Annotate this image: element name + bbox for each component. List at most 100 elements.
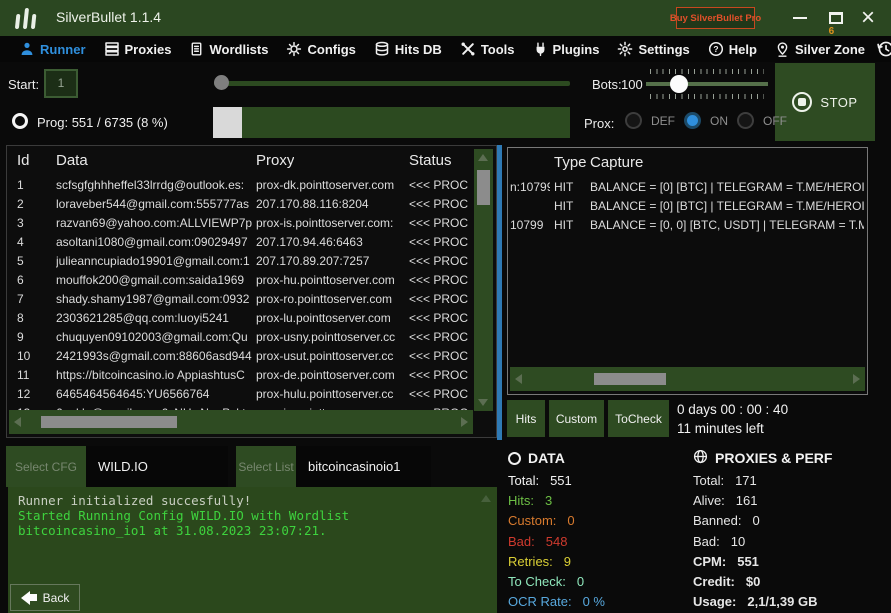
buy-pro-button[interactable]: Buy SilverBullet Pro — [670, 7, 761, 29]
prox-radio-def[interactable] — [625, 112, 642, 129]
stat-value: 548 — [545, 533, 568, 549]
table-row[interactable]: 10 2421993s@gmail.com:88606asd944 prox-usu… — [7, 347, 475, 366]
cell-status: <<< PROC — [409, 387, 469, 401]
minimize-button[interactable] — [786, 4, 814, 32]
menu-item-wordlists[interactable]: Wordlists — [180, 36, 277, 62]
menu-item-tools[interactable]: Tools — [451, 36, 524, 62]
stat-row: Alive: 161 — [693, 490, 889, 510]
results-horizontal-scrollbar[interactable] — [9, 410, 473, 434]
menu-item-runner[interactable]: Runner — [10, 36, 95, 62]
back-arrow-icon — [20, 590, 37, 605]
table-row[interactable]: 4 asoltani1080@gmail.com:09029497 207.170.… — [7, 233, 475, 252]
table-row[interactable]: 11 https://bitcoincasino.io AppiashtusC pr… — [7, 366, 475, 385]
back-label: Back — [42, 590, 70, 605]
scroll-right-icon[interactable] — [461, 417, 468, 427]
cell-proxy: prox-dk.pointtoserver.com — [256, 178, 395, 192]
cell-capture: BALANCE = [0] [BTC] | TELEGRAM = T.ME/HE… — [590, 199, 864, 213]
scroll-up-icon[interactable] — [478, 154, 488, 161]
menu-item-proxies[interactable]: Proxies — [95, 36, 181, 62]
stat-value: 9 — [563, 553, 572, 569]
table-row[interactable]: n:10799 HIT BALANCE = [0] [BTC] | TELEGRAM… — [508, 178, 866, 197]
bots-slider[interactable] — [646, 69, 768, 99]
cell-id: 3 — [17, 216, 24, 230]
cell-data: chuquyen09102003@gmail.com:Qu — [56, 330, 248, 344]
cell-data: 2303621285@qq.com:luoyi5241 — [56, 311, 229, 325]
list-value-input[interactable]: bitcoincasinoio1 — [296, 446, 431, 487]
start-slider[interactable] — [214, 75, 570, 91]
close-button[interactable]: × — [854, 4, 882, 32]
scroll-left-icon[interactable] — [515, 374, 522, 384]
menu-item-settings[interactable]: Settings — [608, 36, 698, 62]
table-row[interactable]: 12 6465464564645:YU6566764 prox-hulu.point… — [7, 385, 475, 404]
start-input[interactable]: 1 — [44, 69, 78, 98]
column-header-status[interactable]: Status — [409, 152, 452, 169]
menu-item-help[interactable]: ? Help — [699, 36, 766, 62]
progress-text: Prog: 551 / 6735 (8 %) — [37, 115, 168, 130]
start-slider-thumb[interactable] — [214, 75, 229, 90]
column-header-data[interactable]: Data — [56, 152, 88, 169]
scrollbar-thumb[interactable] — [41, 416, 177, 428]
menu-item-hits-db[interactable]: Hits DB — [365, 36, 451, 62]
column-header-proxy[interactable]: Proxy — [256, 152, 294, 169]
prox-radio-group: DEF ON OFF — [625, 112, 787, 129]
maximize-button[interactable] — [822, 4, 850, 32]
tab-tocheck[interactable]: ToCheck — [608, 400, 669, 437]
table-row[interactable]: 5 julieanncupiado19901@gmail.com:1 207.170… — [7, 252, 475, 271]
table-row[interactable]: HIT BALANCE = [0] [BTC] | TELEGRAM = T.ME… — [508, 197, 866, 216]
progress-status-icon — [12, 113, 28, 129]
scroll-left-icon[interactable] — [14, 417, 21, 427]
data-stats-header: DATA — [508, 446, 690, 470]
cell-status: <<< PROC — [409, 349, 469, 363]
back-button[interactable]: Back — [10, 584, 80, 611]
tab-custom[interactable]: Custom — [549, 400, 604, 437]
scrollbar-thumb[interactable] — [477, 170, 490, 205]
table-row[interactable]: 8 2303621285@qq.com:luoyi5241 prox-lu.poin… — [7, 309, 475, 328]
table-row[interactable]: 10799 HIT BALANCE = [0, 0] [BTC, USDT] | T… — [508, 216, 866, 235]
column-header-id[interactable]: Id — [17, 152, 30, 169]
prox-radio-on[interactable] — [684, 112, 701, 129]
tab-hits[interactable]: Hits — [507, 400, 545, 437]
app-title: SilverBullet 1.1.4 — [56, 9, 162, 25]
cell-status: <<< PROC — [409, 368, 469, 382]
table-row[interactable]: 1 scfsgfghhheffel33lrrdg@outlook.es: prox-… — [7, 176, 475, 195]
menu-item-plugins[interactable]: Plugins — [524, 36, 609, 62]
panel-splitter[interactable] — [497, 145, 502, 440]
column-header-type[interactable]: Type — [554, 154, 587, 171]
history-icon[interactable] — [874, 39, 891, 59]
cell-proxy: 207.170.94.46:6463 — [256, 235, 363, 249]
results-vertical-scrollbar[interactable] — [474, 149, 493, 411]
cell-status: <<< PROC — [409, 273, 469, 287]
scrollbar-thumb[interactable] — [594, 373, 666, 385]
scroll-right-icon[interactable] — [853, 374, 860, 384]
table-row[interactable]: 7 shady.shamy1987@gmail.com:0932 prox-ro.p… — [7, 290, 475, 309]
column-header-capture[interactable]: Capture — [590, 154, 643, 171]
data-icon — [508, 451, 521, 465]
menu-item-silver-zone[interactable]: Silver Zone 6 — [766, 26, 874, 62]
proxy-stats-panel: PROXIES & PERF Total: 171 Alive: 161 Banned:… — [693, 446, 889, 612]
table-row[interactable]: 9 chuquyen09102003@gmail.com:Qu prox-usny.… — [7, 328, 475, 347]
bots-slider-thumb[interactable] — [670, 75, 688, 93]
stat-row: Banned: 0 — [693, 511, 889, 531]
hits-horizontal-scrollbar[interactable] — [510, 367, 865, 391]
select-list-button[interactable]: Select List — [236, 446, 296, 487]
select-cfg-button[interactable]: Select CFG — [6, 446, 86, 487]
results-table: Id Data Proxy Status 1 scfsgfghhheffel33l… — [6, 145, 497, 438]
stop-record-icon — [792, 92, 813, 112]
cell-data: loraveber544@gmail.com:555777as — [56, 197, 249, 211]
table-row[interactable]: 6 mouffok200@gmail.com:saida1969 prox-hu.p… — [7, 271, 475, 290]
cfg-value-input[interactable]: WILD.IO — [86, 446, 228, 487]
progress-value: 551 / 6735 (8 %) — [71, 115, 168, 130]
runner-icon — [19, 41, 35, 57]
data-stats-title: DATA — [528, 450, 565, 466]
table-row[interactable]: 3 razvan69@yahoo.com:ALLVIEWP7p prox-is.po… — [7, 214, 475, 233]
cell-proxy: prox-lu.pointtoserver.com — [256, 311, 391, 325]
cell-data: asoltani1080@gmail.com:09029497 — [56, 235, 248, 249]
scroll-up-icon[interactable] — [481, 495, 491, 502]
stop-button[interactable]: STOP — [775, 63, 875, 141]
close-icon: × — [860, 4, 875, 31]
prox-radio-off[interactable] — [737, 112, 754, 129]
cell-id: 6 — [17, 273, 24, 287]
menu-item-configs[interactable]: Configs — [277, 36, 364, 62]
scroll-down-icon[interactable] — [478, 399, 488, 406]
table-row[interactable]: 2 loraveber544@gmail.com:555777as 207.170.… — [7, 195, 475, 214]
